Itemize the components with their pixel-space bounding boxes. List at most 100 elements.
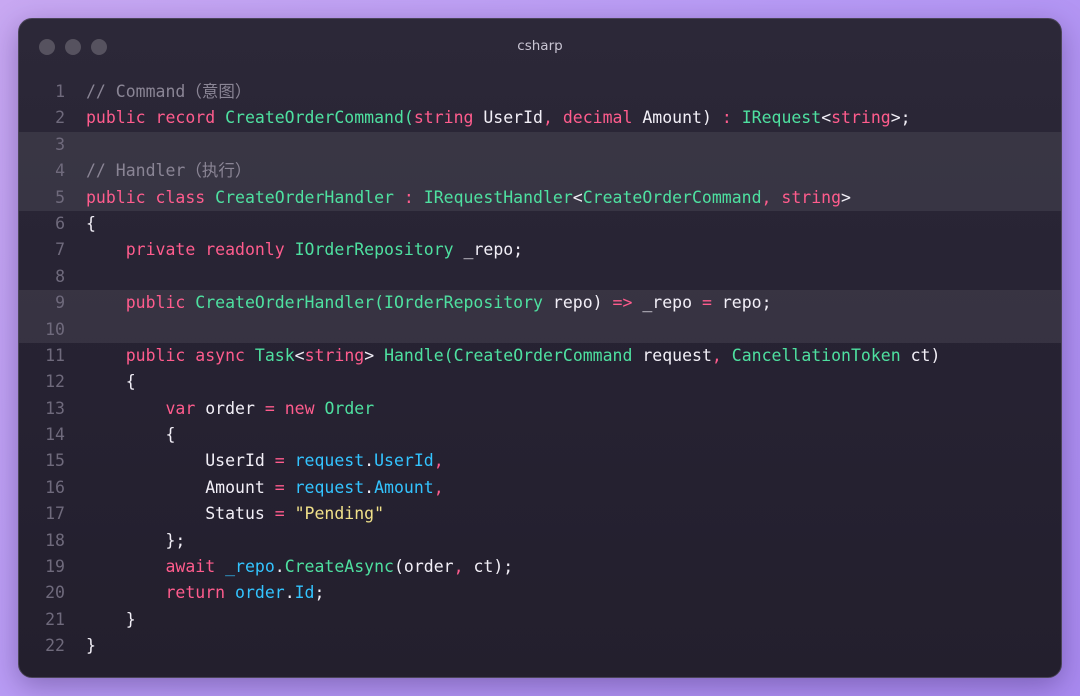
code-text: var order = new Order	[86, 396, 374, 422]
code-token: .	[284, 583, 295, 603]
code-window: csharp 1 // Command（意图） 2 public record Cre…	[18, 18, 1062, 678]
code-line: 13 var order = new Order	[19, 396, 1061, 422]
code-token: {	[86, 425, 176, 445]
code-token: <	[572, 187, 583, 207]
code-token: >	[841, 187, 851, 207]
code-line: 21 }	[19, 607, 1061, 633]
code-token: >;	[890, 108, 911, 128]
code-token: ,	[542, 108, 563, 128]
code-token: ,	[761, 187, 782, 207]
code-token: // Command（意图）	[86, 82, 252, 101]
code-token: _repo;	[463, 240, 524, 260]
code-token: ct)	[910, 345, 941, 365]
code-text: private readonly IOrderRepository _repo;	[86, 237, 523, 263]
line-number: 8	[55, 266, 65, 286]
line-number: 21	[45, 609, 65, 629]
code-text: }	[86, 607, 136, 633]
line-number: 5	[55, 187, 65, 207]
code-token: .	[364, 477, 375, 497]
code-token: Handle(	[384, 345, 454, 365]
code-token: order	[205, 398, 265, 418]
code-token: Amount	[642, 108, 702, 128]
code-token: public record	[86, 108, 226, 128]
code-text: public class CreateOrderHandler : IReque…	[86, 185, 851, 211]
code-token: =>	[612, 293, 643, 313]
code-token: ,	[453, 557, 474, 577]
code-token: Amount	[374, 477, 434, 497]
code-token: :	[721, 108, 742, 128]
code-token: {	[86, 213, 96, 233]
code-line: 16 Amount = request.Amount,	[19, 475, 1061, 501]
line-number: 19	[45, 557, 65, 577]
code-text: // Handler（执行）	[86, 158, 251, 184]
line-number: 6	[55, 213, 65, 233]
code-text: {	[86, 369, 136, 395]
code-token: Task	[254, 345, 295, 365]
line-number: 18	[45, 530, 65, 550]
code-token: public class	[86, 187, 216, 207]
code-token: Status	[86, 504, 275, 524]
code-token: }	[86, 609, 136, 629]
code-token: // Handler（执行）	[86, 161, 252, 181]
code-token: return	[86, 583, 236, 603]
code-text: await _repo.CreateAsync(order, ct);	[86, 554, 513, 580]
code-token: request	[642, 345, 712, 365]
code-token: >	[364, 345, 385, 365]
code-token: .	[274, 557, 285, 577]
code-token: =	[264, 398, 285, 418]
code-token: string	[304, 345, 365, 365]
code-token: public async	[86, 345, 255, 365]
code-token: await	[86, 557, 226, 577]
code-token: CreateAsync	[284, 557, 394, 577]
code-token: _repo	[642, 293, 702, 313]
code-text: }	[86, 633, 96, 659]
line-number: 12	[45, 372, 65, 392]
code-token: Amount	[86, 477, 275, 497]
code-text: {	[86, 422, 175, 448]
code-line: 19 await _repo.CreateAsync(order, ct);	[19, 554, 1061, 580]
code-token: repo;	[721, 293, 772, 313]
code-token: "Pending"	[294, 504, 385, 524]
code-token: IRequestHandler	[423, 187, 573, 207]
code-token: IOrderRepository	[294, 240, 464, 260]
code-line: 1 // Command（意图）	[19, 79, 1061, 105]
line-number: 11	[45, 345, 65, 365]
code-line: 22}	[19, 633, 1061, 659]
line-number: 9	[55, 293, 65, 313]
code-token: };	[86, 530, 186, 550]
code-line: 5 public class CreateOrderHandler : IRequ…	[19, 184, 1061, 211]
line-number: 3	[55, 134, 65, 154]
line-number: 20	[45, 583, 65, 603]
window-title: csharp	[517, 38, 563, 54]
code-token: <	[294, 345, 305, 365]
code-token: request	[294, 451, 365, 471]
code-token: UserId	[483, 108, 543, 128]
code-text: // Command（意图）	[86, 79, 251, 105]
code-line: 18 };	[19, 528, 1061, 554]
line-number: 16	[45, 477, 65, 497]
code-token: Id	[294, 583, 315, 603]
code-token: ct);	[473, 557, 514, 577]
code-line: 3	[19, 131, 1061, 159]
code-token: CancellationToken	[731, 345, 911, 365]
line-number: 1	[55, 82, 65, 101]
code-text: {	[86, 211, 96, 237]
line-number: 13	[45, 398, 65, 418]
window-titlebar: csharp	[19, 19, 1061, 75]
code-token: {	[86, 372, 136, 392]
line-number: 14	[45, 425, 65, 445]
code-line: 12 {	[19, 369, 1061, 395]
code-token: }	[86, 636, 96, 656]
code-text: Amount = request.Amount,	[86, 475, 443, 501]
code-token: =	[701, 293, 722, 313]
code-token: UserId	[86, 451, 275, 471]
code-token: string	[413, 108, 484, 128]
code-token: IOrderRepository	[384, 293, 553, 313]
line-number: 2	[55, 108, 65, 128]
code-token: CreateOrderHandler	[215, 187, 404, 207]
code-token: order	[235, 583, 285, 603]
code-token: =	[274, 477, 295, 497]
code-token: <	[821, 108, 832, 128]
code-token: CreateOrderCommand	[453, 345, 643, 365]
code-token: )	[701, 108, 722, 128]
